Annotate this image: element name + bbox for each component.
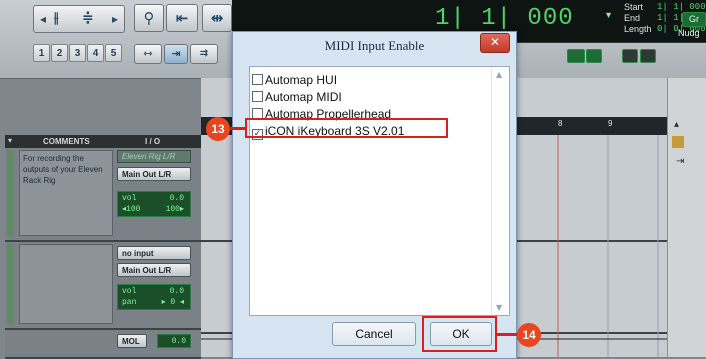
step-13-callout: 13: [206, 117, 230, 141]
track-2: no input Main Out L/R vol 0.0 pan ▸ 0 ◂: [5, 242, 201, 330]
device-item-automap-hui[interactable]: Automap HUI: [252, 72, 337, 88]
output-selector[interactable]: MOL: [117, 334, 147, 348]
pan-value[interactable]: ▸ 0 ◂: [162, 297, 184, 308]
length-label: Length: [624, 24, 652, 34]
step-14-callout: 14: [517, 323, 541, 347]
cancel-button[interactable]: Cancel: [332, 322, 416, 346]
ruler-marker-8: 8: [558, 119, 563, 128]
pan-right-value[interactable]: 100▸: [166, 204, 184, 215]
start-value[interactable]: 1| 1| 000: [657, 2, 706, 12]
scroll-down-arrow-icon[interactable]: ▼: [496, 303, 502, 312]
step-14-highlight-box: [422, 316, 497, 352]
main-counter[interactable]: 1| 1| 000: [435, 5, 574, 32]
volume-label: vol: [122, 287, 137, 296]
region-list-icon[interactable]: [672, 136, 684, 148]
comments-column-header: COMMENTS: [43, 137, 90, 146]
zoom-nav-cluster[interactable]: ◂ ⫲ ≑ ▸: [33, 5, 125, 33]
device-checkbox[interactable]: [252, 74, 263, 85]
track-level-meter: [7, 244, 14, 324]
zoom-preset-3[interactable]: 3: [69, 44, 86, 62]
device-label: Automap MIDI: [265, 90, 342, 104]
tab-button[interactable]: [640, 49, 656, 63]
edit-mode-slip-icon[interactable]: ⇿: [134, 44, 162, 64]
nudge-right-icon[interactable]: ⇥: [676, 156, 684, 167]
pan-left-value[interactable]: ◂100: [122, 204, 140, 215]
sync-button[interactable]: [622, 49, 638, 63]
scroll-up-icon[interactable]: ▴: [674, 119, 679, 130]
ruler-marker-9: 9: [608, 119, 613, 128]
column-menu-icon[interactable]: ▾: [8, 136, 12, 145]
zoom-right-icon[interactable]: ▸: [112, 12, 118, 26]
list-scrollbar[interactable]: ▲ ▼: [491, 67, 509, 315]
volume-value[interactable]: 0.0: [170, 286, 184, 297]
volume-pan-display[interactable]: vol 0.0 ◂100 100▸: [117, 191, 191, 217]
grid-button[interactable]: Gr: [682, 12, 706, 27]
counter-dropdown-icon[interactable]: ▾: [606, 10, 611, 21]
midi-device-list[interactable]: Automap HUI Automap MIDI Automap Propell…: [249, 66, 510, 316]
close-button[interactable]: ✕: [480, 33, 510, 53]
nudge-label: Nudg: [678, 28, 700, 38]
zoom-preset-2[interactable]: 2: [51, 44, 68, 62]
edit-mode-shuffle-icon[interactable]: ⇥: [164, 44, 188, 64]
zoom-preset-4[interactable]: 4: [87, 44, 104, 62]
device-checkbox[interactable]: [252, 91, 263, 102]
pan-label: pan: [122, 298, 137, 307]
zoom-preset-5[interactable]: 5: [105, 44, 122, 62]
midi-zoom-icon[interactable]: ≑: [82, 10, 94, 26]
dialog-title: MIDI Input Enable: [324, 38, 425, 53]
track-level-meter: [7, 150, 14, 236]
volume-value[interactable]: 0.0: [170, 193, 184, 204]
input-selector[interactable]: Eleven Rig L/R: [117, 150, 191, 163]
trim-tool-icon[interactable]: ⇤: [166, 4, 198, 32]
loop-button[interactable]: [586, 49, 602, 63]
device-item-automap-midi[interactable]: Automap MIDI: [252, 89, 342, 105]
midi-input-enable-dialog: MIDI Input Enable ✕ Automap HUI Automap …: [232, 31, 517, 359]
start-label: Start: [624, 2, 644, 12]
edit-mode-spot-icon[interactable]: ⇉: [190, 44, 218, 64]
end-label: End: [624, 13, 641, 23]
step-13-highlight-box: [245, 118, 448, 138]
io-column-header: I / O: [145, 137, 161, 146]
step-14-connector: [497, 333, 519, 336]
track-column-header: ▾ COMMENTS I / O: [5, 135, 201, 148]
volume-pan-display[interactable]: vol 0.0 pan ▸ 0 ◂: [117, 284, 191, 310]
zoom-left-icon[interactable]: ◂: [40, 12, 46, 26]
output-selector[interactable]: Main Out L/R: [117, 167, 191, 181]
zoom-preset-1[interactable]: 1: [33, 44, 50, 62]
waveform-zoom-icon[interactable]: ⫲: [54, 10, 59, 26]
volume-display[interactable]: 0.0: [157, 334, 191, 348]
edit-window-side-panel: ▴ ⇥: [667, 78, 706, 357]
track-comment[interactable]: For recording the outputs of your Eleven…: [19, 150, 113, 236]
track-3: MOL 0.0: [5, 330, 201, 359]
volume-label: vol: [122, 194, 137, 203]
input-selector[interactable]: no input: [117, 246, 191, 260]
selector-tool-icon[interactable]: ⇹: [202, 4, 232, 32]
zoomer-tool-icon[interactable]: ⚲: [134, 4, 164, 32]
device-label: Automap HUI: [265, 73, 338, 87]
link-button[interactable]: [567, 49, 585, 63]
scroll-up-arrow-icon[interactable]: ▲: [496, 70, 502, 79]
output-selector[interactable]: Main Out L/R: [117, 263, 191, 277]
track-eleven-rack: For recording the outputs of your Eleven…: [5, 148, 201, 242]
track-comment[interactable]: [19, 244, 113, 324]
